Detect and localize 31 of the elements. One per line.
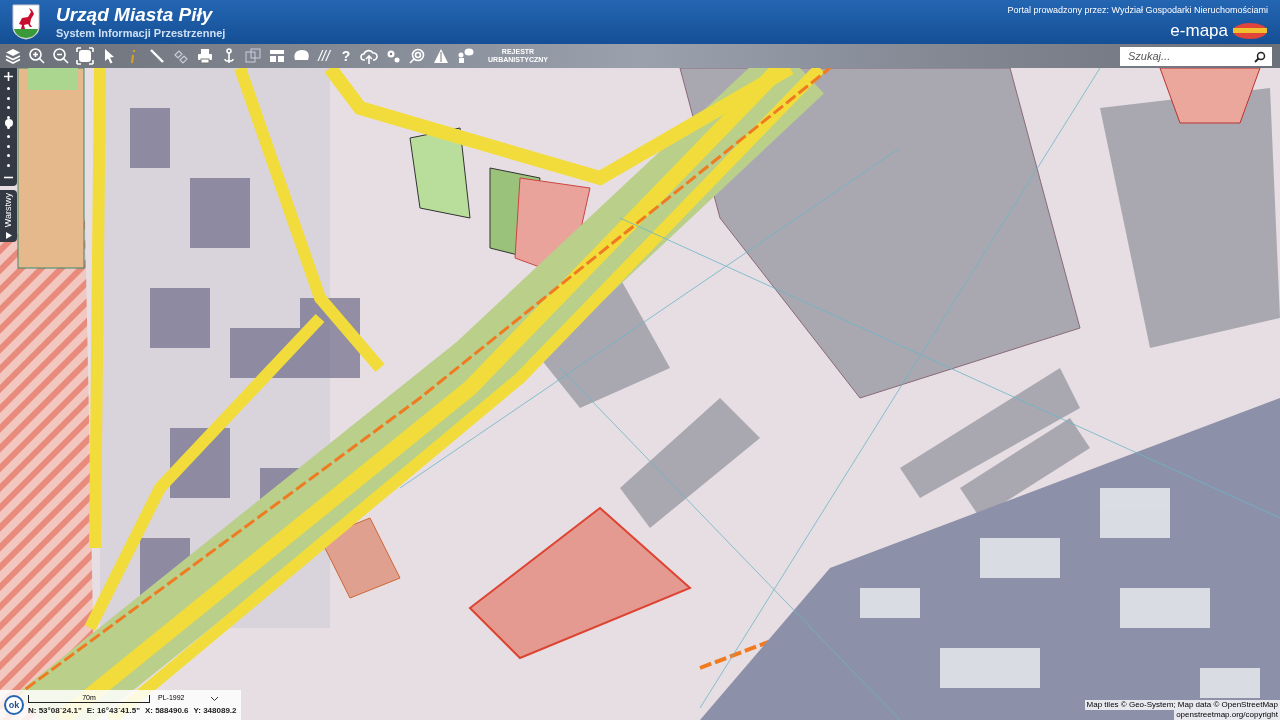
portal-title: Urząd Miasta Piły bbox=[56, 3, 214, 27]
layers-icon[interactable] bbox=[4, 47, 22, 65]
ruler-icon[interactable] bbox=[148, 47, 166, 65]
coordinate-text: Y: 348089.2 bbox=[193, 704, 237, 717]
search-field[interactable]: Szukaj... bbox=[1120, 46, 1272, 66]
coordinate-text: X: 588490.6 bbox=[144, 704, 189, 717]
coordinate-text: N: 53°08´24.1" bbox=[28, 704, 82, 717]
print-icon[interactable] bbox=[196, 47, 214, 65]
full-extent-icon[interactable] bbox=[76, 47, 94, 65]
zoom-in-icon[interactable] bbox=[28, 47, 46, 65]
zoom-slider-track[interactable] bbox=[5, 87, 12, 167]
layers-tab[interactable]: Warstwy bbox=[0, 190, 17, 242]
warning-sign-icon[interactable] bbox=[432, 47, 450, 65]
copyright-link[interactable]: openstreetmap.org/copyright bbox=[1174, 710, 1280, 720]
zoom-in-icon[interactable] bbox=[4, 72, 13, 81]
cloud-upload-icon[interactable] bbox=[360, 47, 378, 65]
zoom-slider-thumb[interactable] bbox=[4, 119, 13, 128]
ok-button[interactable]: ok bbox=[4, 695, 24, 715]
portal-subtitle: System Informacji Przestrzennej bbox=[56, 27, 226, 41]
brand-logo-text: e-mapa bbox=[1170, 22, 1228, 40]
chevron-icon bbox=[211, 696, 218, 701]
triangle-icon bbox=[5, 231, 12, 239]
operator-text: Portal prowadzony przez: Wydział Gospodarki Nieruchomościami bbox=[1007, 4, 1268, 18]
search-icon[interactable] bbox=[1254, 50, 1266, 63]
oval-logo-icon bbox=[1232, 21, 1268, 40]
deer-crest-icon bbox=[12, 4, 40, 40]
hatch-tool[interactable]: /// bbox=[316, 49, 332, 63]
layout-icon[interactable] bbox=[268, 47, 286, 65]
person-speech-icon[interactable] bbox=[456, 47, 474, 65]
attribution-text: Map tiles © Geo-System; Map data © OpenStreetMap bbox=[1084, 700, 1280, 710]
coordinate-text: E: 16°43´41.5" bbox=[86, 704, 140, 717]
